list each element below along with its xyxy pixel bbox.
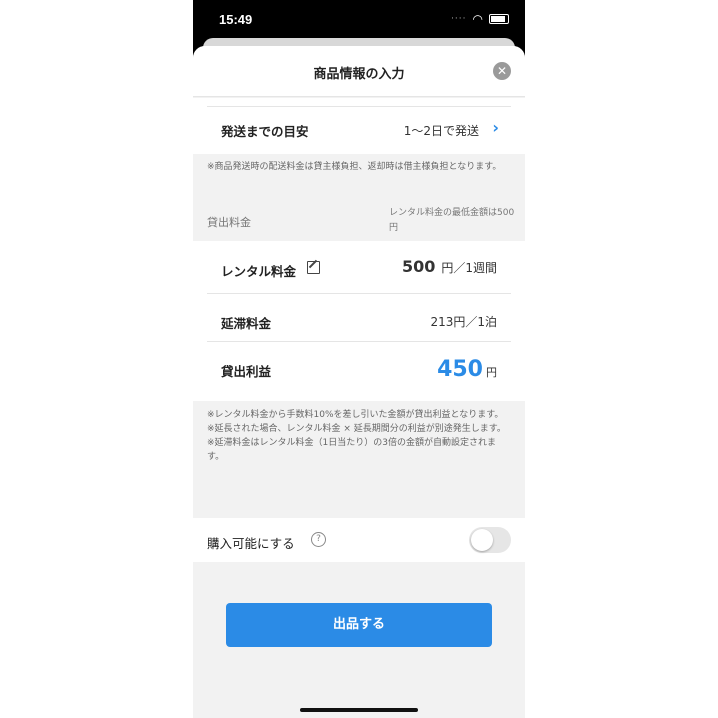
help-icon[interactable]: ?	[311, 532, 326, 547]
late-fee-label: 延滞料金	[221, 316, 272, 331]
purchasable-toggle[interactable]	[469, 527, 511, 553]
profit-row: 貸出利益 450 円	[207, 341, 511, 397]
rental-fee-section-label: 貸出料金	[207, 216, 251, 229]
rental-fee-amount: 500	[401, 257, 436, 276]
shipping-note: ※商品発送時の配送料金は貸主様負担、返却時は借主様負担となります。	[207, 162, 502, 172]
status-icons: ···· ◠	[451, 12, 509, 26]
rental-fee-label: レンタル料金	[221, 264, 297, 279]
edit-icon[interactable]	[307, 261, 320, 274]
page-title: 商品情報の入力	[313, 67, 405, 82]
signal-icon: ····	[451, 14, 467, 24]
late-fee-row: 延滞料金 213円／1泊	[207, 293, 511, 342]
rental-fee-unit: 円／1週間	[441, 261, 497, 275]
fee-notes: ※レンタル料金から手数料10%を差し引いた金額が貸出利益となります。 ※延長され…	[207, 408, 507, 464]
product-info-sheet: 商品情報の入力 ✕ 発送までの目安 1〜2日で発送 › ※商品発送時の配送料金は…	[193, 46, 525, 718]
submit-listing-button[interactable]: 出品する	[226, 603, 492, 647]
shipping-value: 1〜2日で発送	[403, 124, 479, 138]
wifi-icon: ◠	[472, 12, 483, 26]
profit-amount: 450	[437, 357, 483, 382]
close-icon: ✕	[496, 64, 508, 78]
rental-fee-value: 500 円／1週間	[402, 257, 497, 276]
late-fee-value: 213円／1泊	[430, 315, 497, 329]
shipping-label: 発送までの目安	[221, 124, 309, 139]
close-button[interactable]: ✕	[493, 62, 511, 80]
shipping-estimate-row[interactable]: 発送までの目安 1〜2日で発送 ›	[193, 98, 525, 154]
toggle-knob	[471, 529, 493, 551]
status-time: 15:49	[219, 12, 253, 27]
purchasable-label: 購入可能にする	[207, 536, 295, 551]
sheet-header: 商品情報の入力 ✕	[193, 46, 525, 97]
purchasable-row: 購入可能にする ?	[193, 518, 525, 562]
pricing-rows: レンタル料金 500 円／1週間 延滞料金 213円／1泊 貸出利益 450 円	[193, 241, 525, 401]
minimum-fee-hint: レンタル料金の最低金額は500円	[389, 208, 515, 233]
profit-label: 貸出利益	[221, 364, 272, 379]
divider	[207, 106, 511, 107]
profit-value: 450 円	[437, 357, 497, 382]
fee-note: ※延滞料金はレンタル料金（1日当たり）の3倍の金額が自動設定されます。	[207, 438, 496, 462]
phone-screen: 15:49 ···· ◠ 商品情報の入力 ✕ 発送までの目安 1〜2日で発送 ›…	[193, 0, 525, 718]
rental-fee-row[interactable]: レンタル料金 500 円／1週間	[207, 241, 511, 294]
fee-note: ※レンタル料金から手数料10%を差し引いた金額が貸出利益となります。	[207, 410, 504, 420]
fee-note: ※延長された場合、レンタル料金 × 延長期間分の利益が別途発生します。	[207, 424, 506, 434]
home-indicator	[300, 708, 418, 712]
battery-icon	[489, 14, 509, 24]
profit-unit: 円	[486, 366, 497, 379]
status-bar: 15:49 ···· ◠	[193, 0, 525, 40]
chevron-right-icon: ›	[492, 118, 499, 137]
